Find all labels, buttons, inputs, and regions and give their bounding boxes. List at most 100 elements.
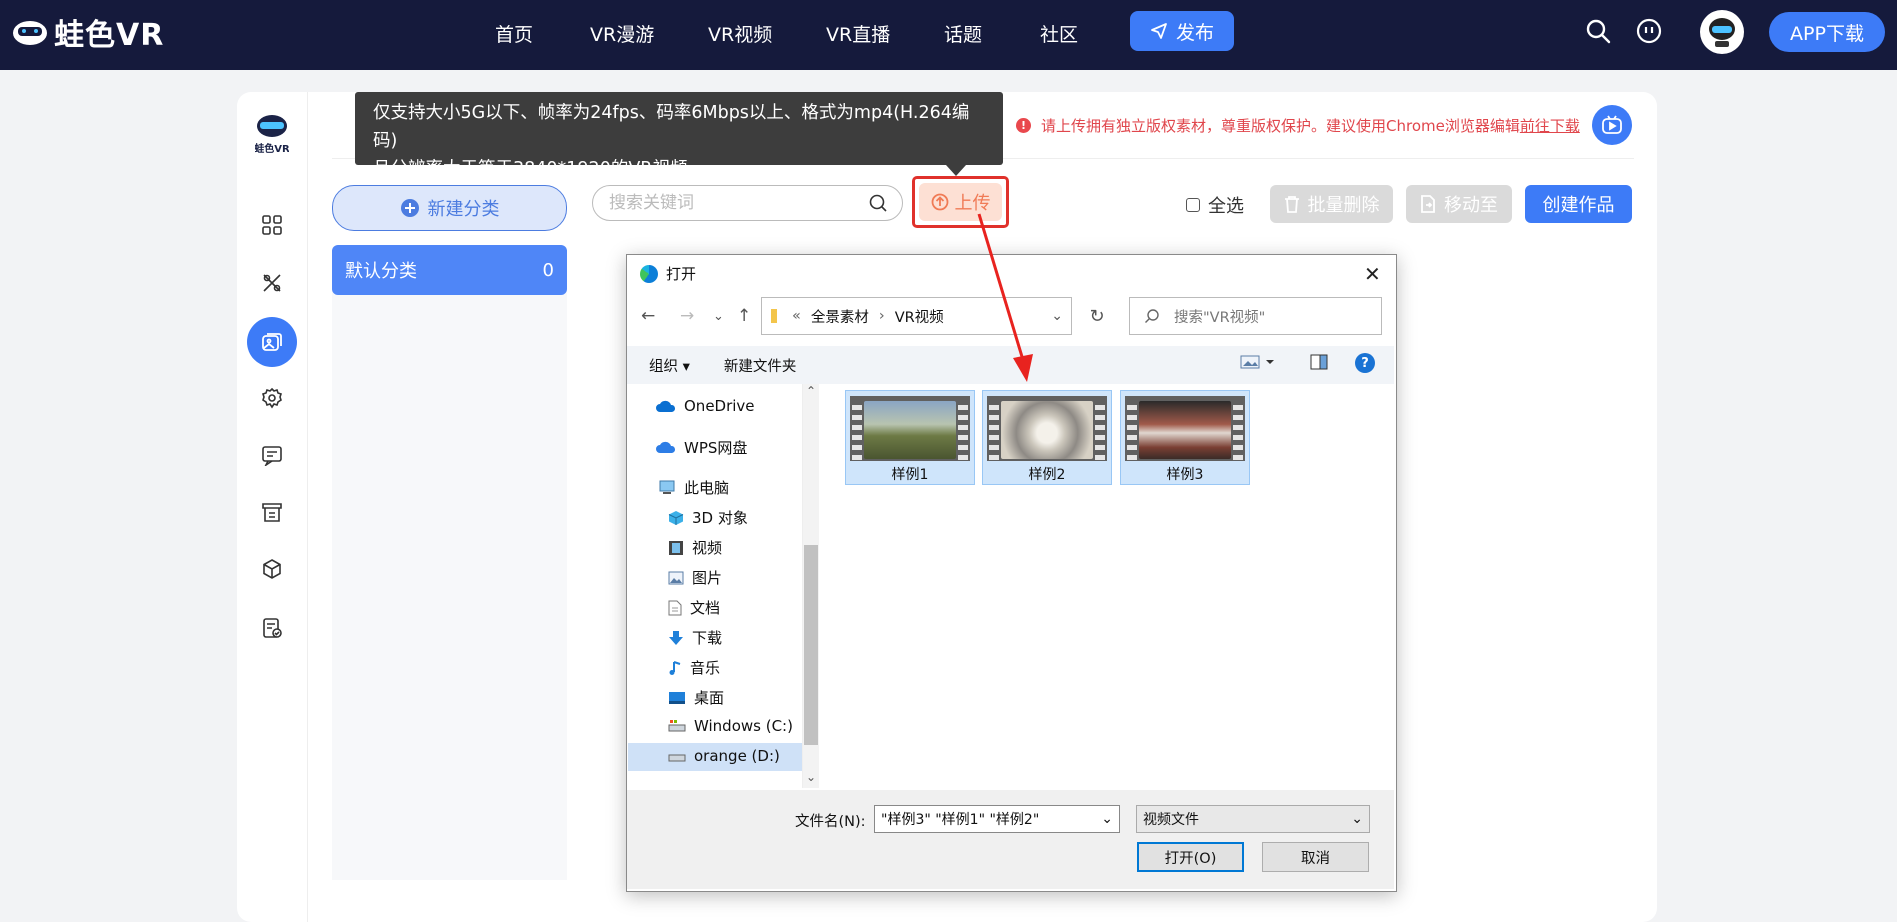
file-item[interactable]: 样例2 [982, 390, 1112, 485]
cube-icon[interactable] [255, 552, 289, 586]
avatar-mascot-icon [1709, 18, 1735, 47]
scroll-up-icon[interactable]: ⌃ [806, 384, 816, 398]
notice-text: 请上传拥有独立版权素材，尊重版权保护。建议使用Chrome浏览器编辑 [1041, 117, 1520, 135]
scroll-down-icon[interactable]: ⌄ [806, 770, 816, 784]
forward-arrow-icon[interactable]: → [680, 306, 694, 326]
tree-item-3d-objects[interactable]: 3D 对象 [668, 507, 748, 528]
select-all-checkbox[interactable]: 全选 [1186, 192, 1244, 218]
tree-item-videos[interactable]: 视频 [668, 537, 722, 558]
video-thumbnail [850, 396, 970, 461]
copyright-notice: ! 请上传拥有独立版权素材，尊重版权保护。建议使用Chrome浏览器编辑前往下载 [1016, 115, 1580, 136]
tree-item-drive-d[interactable]: orange (D:) [668, 747, 780, 765]
publish-button[interactable]: 发布 [1130, 11, 1234, 51]
search-icon[interactable] [868, 193, 888, 213]
preview-pane-icon[interactable] [1310, 354, 1328, 370]
help-icon[interactable]: ? [1355, 353, 1375, 373]
nav-community[interactable]: 社区 [1040, 20, 1078, 47]
settings-icon[interactable] [255, 381, 289, 415]
task-icon[interactable] [255, 611, 289, 645]
dialog-title: 打开 [666, 265, 697, 283]
view-options-icon[interactable] [1240, 354, 1274, 370]
folder-search-placeholder: 搜索"VR视频" [1174, 309, 1266, 326]
filename-input[interactable]: "样例3" "样例1" "样例2" ⌄ [874, 805, 1120, 833]
breadcrumb-current[interactable]: VR视频 [895, 306, 944, 327]
nav-vr-tour[interactable]: VR漫游 [590, 20, 654, 47]
move-to-button[interactable]: 移动至 [1406, 185, 1512, 223]
cube-icon [668, 510, 684, 525]
batch-delete-button[interactable]: 批量删除 [1270, 185, 1393, 223]
filetype-select[interactable]: 视频文件 ⌄ [1136, 805, 1370, 833]
download-icon [669, 630, 683, 645]
avatar[interactable] [1700, 10, 1744, 54]
recent-dropdown-icon[interactable]: ⌄ [713, 309, 724, 324]
design-icon[interactable] [255, 266, 289, 300]
category-item-default[interactable]: 默认分类 0 [332, 245, 567, 295]
cloud-icon [656, 400, 676, 412]
upload-icon [931, 193, 948, 211]
upload-requirements-tooltip: 仅支持大小5G以下、帧率为24fps、码率6Mbps以上、格式为mp4(H.26… [355, 92, 1003, 179]
create-work-button[interactable]: 创建作品 [1525, 185, 1632, 223]
trash-icon [1284, 196, 1299, 213]
folder-icon [771, 309, 777, 323]
nav-vr-video[interactable]: VR视频 [708, 20, 772, 47]
nav-topics[interactable]: 话题 [944, 20, 982, 47]
site-logo[interactable]: 蛙色VR [12, 12, 165, 53]
nav-home[interactable]: 首页 [495, 20, 533, 47]
refresh-icon[interactable]: ↻ [1083, 297, 1111, 335]
tree-label: 3D 对象 [692, 509, 748, 527]
organize-menu[interactable]: 组织 ▾ [649, 355, 690, 376]
tree-item-onedrive[interactable]: OneDrive [656, 397, 755, 415]
video-thumbnail [1125, 396, 1245, 461]
dialog-close-icon[interactable]: ✕ [1364, 262, 1381, 286]
tree-item-pictures[interactable]: 图片 [668, 567, 722, 588]
breadcrumb-folder[interactable]: 全景素材 [811, 306, 869, 327]
dialog-title-bar: 打开 [640, 263, 696, 284]
file-item[interactable]: 样例1 [845, 390, 975, 485]
help-center-button[interactable] [1592, 105, 1632, 145]
nav-vr-live[interactable]: VR直播 [826, 20, 890, 47]
breadcrumb-separator: › [878, 308, 885, 324]
up-arrow-icon[interactable]: ↑ [737, 306, 751, 326]
address-dropdown-icon[interactable]: ⌄ [1051, 308, 1063, 324]
publish-label: 发布 [1175, 21, 1214, 44]
video-icon [669, 540, 683, 555]
file-name: 样例1 [891, 467, 929, 483]
search-icon[interactable] [1585, 18, 1611, 44]
computer-icon [659, 480, 675, 494]
tree-label: orange (D:) [694, 747, 780, 765]
warning-icon: ! [1016, 118, 1031, 133]
picture-icon [668, 571, 684, 584]
category-name: 默认分类 [345, 261, 417, 282]
new-folder-button[interactable]: 新建文件夹 [724, 355, 797, 376]
chevron-down-icon[interactable]: ⌄ [1101, 811, 1113, 827]
tree-item-documents[interactable]: 文档 [668, 597, 720, 618]
message-icon[interactable] [1636, 18, 1662, 44]
tree-label: 此电脑 [684, 479, 730, 497]
tree-item-drive-c[interactable]: Windows (C:) [668, 717, 793, 735]
folder-search-box[interactable]: 搜索"VR视频" [1129, 297, 1382, 335]
file-item[interactable]: 样例3 [1120, 390, 1250, 485]
checkbox-box[interactable] [1186, 198, 1200, 212]
logo-text: 蛙色VR [54, 18, 165, 53]
tooltip-line-1: 仅支持大小5G以下、帧率为24fps、码率6Mbps以上、格式为mp4(H.26… [373, 103, 970, 151]
chevron-down-icon[interactable]: ⌄ [1351, 811, 1363, 827]
tree-scroll-thumb[interactable] [804, 545, 818, 745]
media-icon[interactable] [255, 325, 289, 359]
grid-icon[interactable] [255, 208, 289, 242]
comment-icon[interactable] [255, 438, 289, 472]
back-arrow-icon[interactable]: ← [641, 306, 655, 326]
tree-item-music[interactable]: 音乐 [668, 657, 720, 678]
tree-item-wps[interactable]: WPS网盘 [656, 437, 747, 458]
tree-label: OneDrive [684, 397, 755, 415]
new-category-button[interactable]: 新建分类 [332, 185, 567, 231]
keyword-search-input[interactable] [607, 192, 868, 214]
open-button[interactable]: 打开(O) [1137, 842, 1244, 872]
app-download-button[interactable]: APP下载 [1769, 12, 1885, 52]
tree-item-desktop[interactable]: 桌面 [668, 687, 724, 708]
filename-label: 文件名(N): [795, 814, 866, 830]
tree-item-downloads[interactable]: 下载 [668, 627, 722, 648]
tree-item-this-pc[interactable]: 此电脑 [658, 477, 729, 498]
download-chrome-link[interactable]: 前往下载 [1520, 117, 1580, 135]
store-icon[interactable] [255, 495, 289, 529]
cancel-button[interactable]: 取消 [1262, 842, 1369, 872]
